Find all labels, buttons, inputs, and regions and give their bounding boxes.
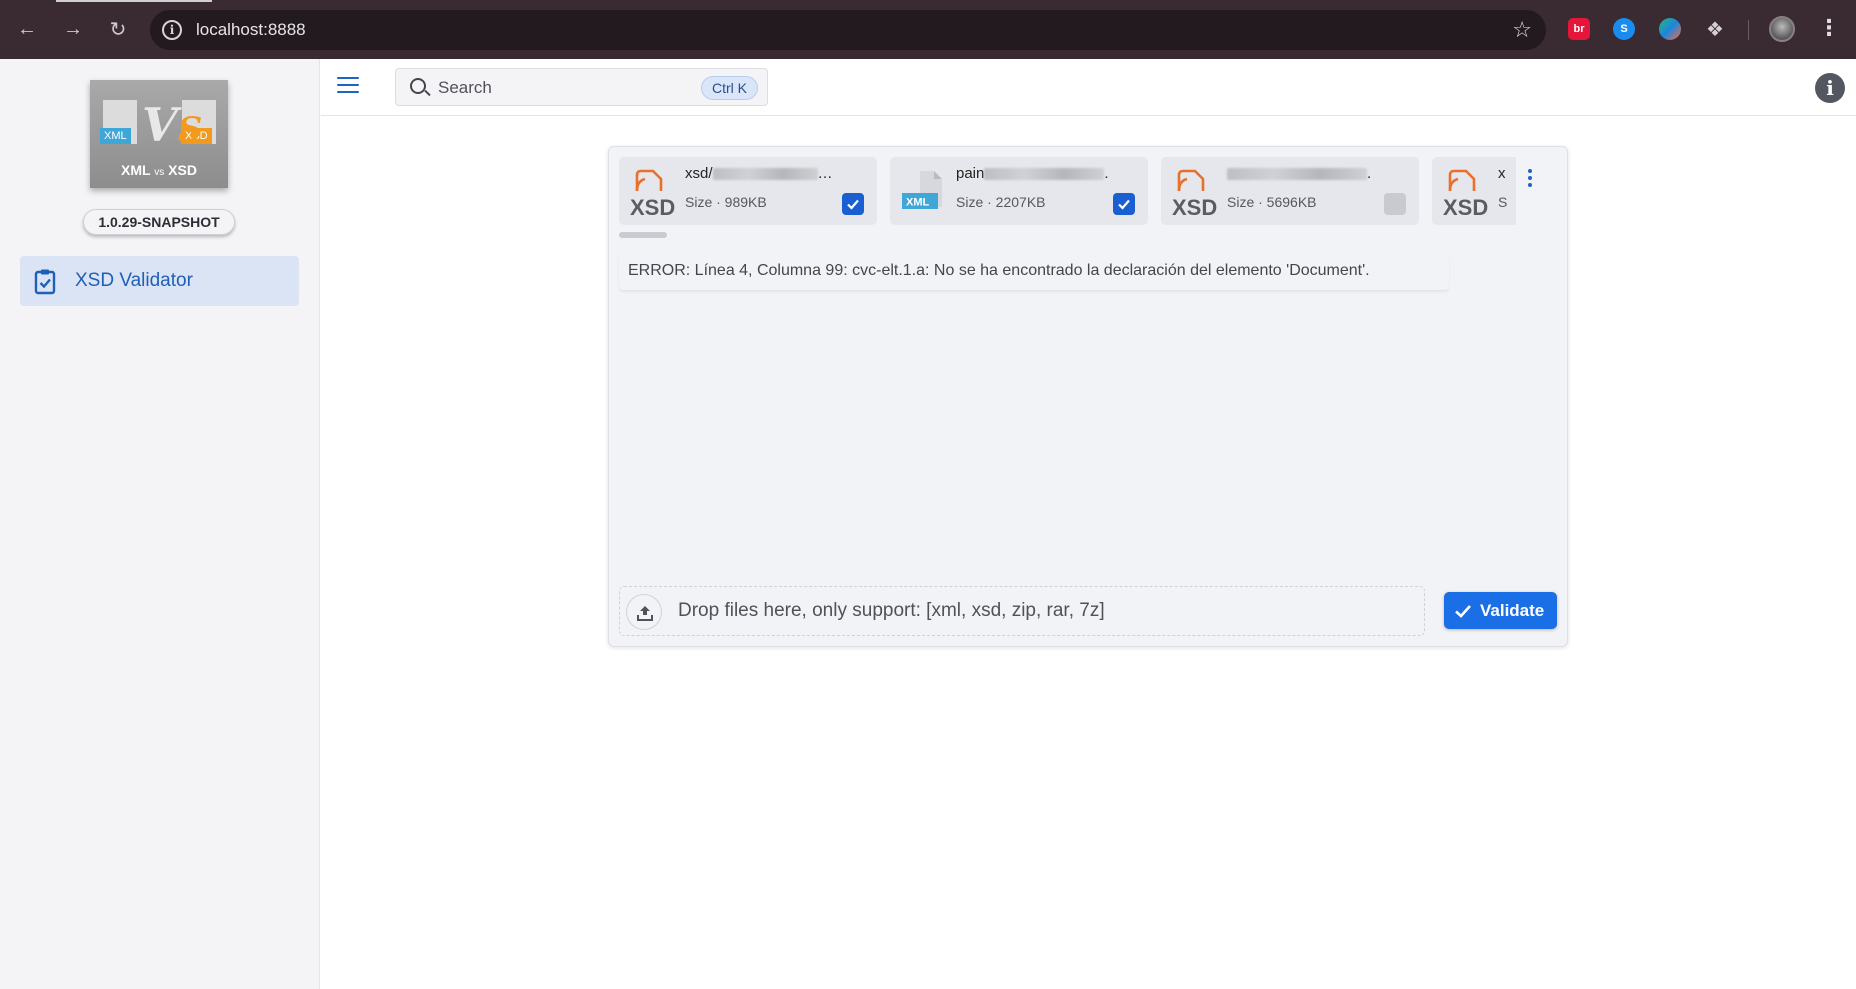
extension-shazam[interactable]: S	[1613, 18, 1635, 40]
file-size: Size · 5696KB	[1227, 194, 1317, 210]
logo-xml-tag: XML	[100, 128, 131, 144]
extensions-puzzle-icon[interactable]: ❖	[1704, 18, 1726, 41]
sidebar: XML XSD VS XML vs XSD 1.0.29-SNAPSHOT XS…	[0, 59, 320, 989]
search-placeholder: Search	[438, 78, 492, 97]
logo-caption-right: XSD	[168, 162, 197, 178]
logo-caption-mid: vs	[154, 167, 165, 178]
file-name: x	[1498, 165, 1506, 182]
logo-caption: XML vs XSD	[90, 162, 228, 178]
validate-button[interactable]: Validate	[1444, 592, 1557, 629]
sidebar-item-label: XSD Validator	[75, 270, 193, 291]
validate-label: Validate	[1480, 601, 1545, 620]
validator-card: XSD xsd/… Size · 989KB XML pain. Size · …	[608, 146, 1568, 647]
file-list-scrollbar[interactable]	[619, 232, 667, 238]
url-text[interactable]: localhost:8888	[196, 20, 306, 40]
file-size: Size · 2207KB	[956, 194, 1046, 210]
extension-br[interactable]: br	[1568, 18, 1590, 40]
error-message: ERROR: Línea 4, Columna 99: cvc-elt.1.a:…	[628, 262, 1370, 279]
file-card[interactable]: XSD xsd/… Size · 989KB	[619, 157, 877, 225]
error-message-box: ERROR: Línea 4, Columna 99: cvc-elt.1.a:…	[619, 251, 1449, 291]
svg-text:XML: XML	[906, 197, 930, 209]
back-arrow-icon[interactable]: ←	[12, 14, 42, 44]
clipboard-check-icon	[34, 269, 56, 295]
xsd-file-icon: XSD	[1172, 169, 1217, 220]
xsd-file-icon: XSD	[1443, 169, 1488, 220]
sidebar-item-xsd-validator[interactable]: XSD Validator	[20, 256, 299, 306]
search-input[interactable]: Search Ctrl K	[395, 68, 768, 106]
check-icon	[1118, 199, 1130, 210]
svg-text:XSD: XSD	[1443, 195, 1488, 220]
xsd-file-icon: XSD	[630, 169, 675, 220]
top-bar: Search Ctrl K i	[321, 59, 1856, 116]
active-tab-indicator	[56, 0, 212, 2]
logo-vs-s: S	[177, 110, 203, 150]
check-icon	[1455, 605, 1471, 618]
extension-colorful[interactable]	[1659, 18, 1681, 40]
svg-text:XSD: XSD	[630, 195, 675, 220]
toolbar-divider	[1748, 20, 1749, 40]
more-options-icon[interactable]	[1528, 169, 1534, 191]
file-name: pain.	[956, 165, 1109, 182]
site-info-icon[interactable]: i	[162, 20, 182, 40]
logo-caption-left: XML	[121, 162, 151, 178]
logo-vs-v: V	[142, 98, 178, 152]
file-dropzone[interactable]: Drop files here, only support: [xml, xsd…	[619, 586, 1425, 636]
info-icon[interactable]: i	[1815, 73, 1845, 103]
file-size: S	[1498, 194, 1508, 210]
browser-menu-icon[interactable]: ⋮	[1818, 15, 1840, 41]
search-icon	[410, 78, 426, 94]
svg-text:XSD: XSD	[1172, 195, 1217, 220]
search-shortcut-badge: Ctrl K	[701, 76, 758, 100]
file-checkbox[interactable]	[1113, 193, 1135, 215]
file-card[interactable]: XML pain. Size · 2207KB	[890, 157, 1148, 225]
bookmark-star-icon[interactable]: ☆	[1512, 17, 1532, 43]
browser-chrome: ← → ↻ i localhost:8888 ☆ br S ❖ ⋮	[0, 0, 1856, 59]
file-list[interactable]: XSD xsd/… Size · 989KB XML pain. Size · …	[619, 157, 1516, 227]
check-icon	[847, 199, 859, 210]
file-name: .	[1227, 165, 1371, 182]
address-bar[interactable]: i localhost:8888 ☆	[150, 10, 1546, 50]
dropzone-hint: Drop files here, only support: [xml, xsd…	[678, 600, 1105, 621]
reload-icon[interactable]: ↻	[103, 14, 133, 44]
upload-icon	[637, 606, 653, 621]
file-name: xsd/…	[685, 165, 833, 182]
file-checkbox[interactable]	[1384, 193, 1406, 215]
file-size: Size · 989KB	[685, 194, 767, 210]
file-card[interactable]: XSD . Size · 5696KB	[1161, 157, 1419, 225]
version-badge: 1.0.29-SNAPSHOT	[83, 209, 235, 235]
forward-arrow-icon[interactable]: →	[58, 14, 88, 44]
xml-file-icon: XML	[902, 171, 942, 209]
upload-button[interactable]	[626, 594, 662, 630]
file-checkbox[interactable]	[842, 193, 864, 215]
logo-vs-mark: VS	[142, 98, 202, 152]
app-logo[interactable]: XML XSD VS XML vs XSD	[90, 80, 228, 188]
hamburger-menu-icon[interactable]	[337, 77, 359, 95]
profile-avatar[interactable]	[1769, 16, 1795, 42]
file-card[interactable]: XSD x S	[1432, 157, 1516, 225]
